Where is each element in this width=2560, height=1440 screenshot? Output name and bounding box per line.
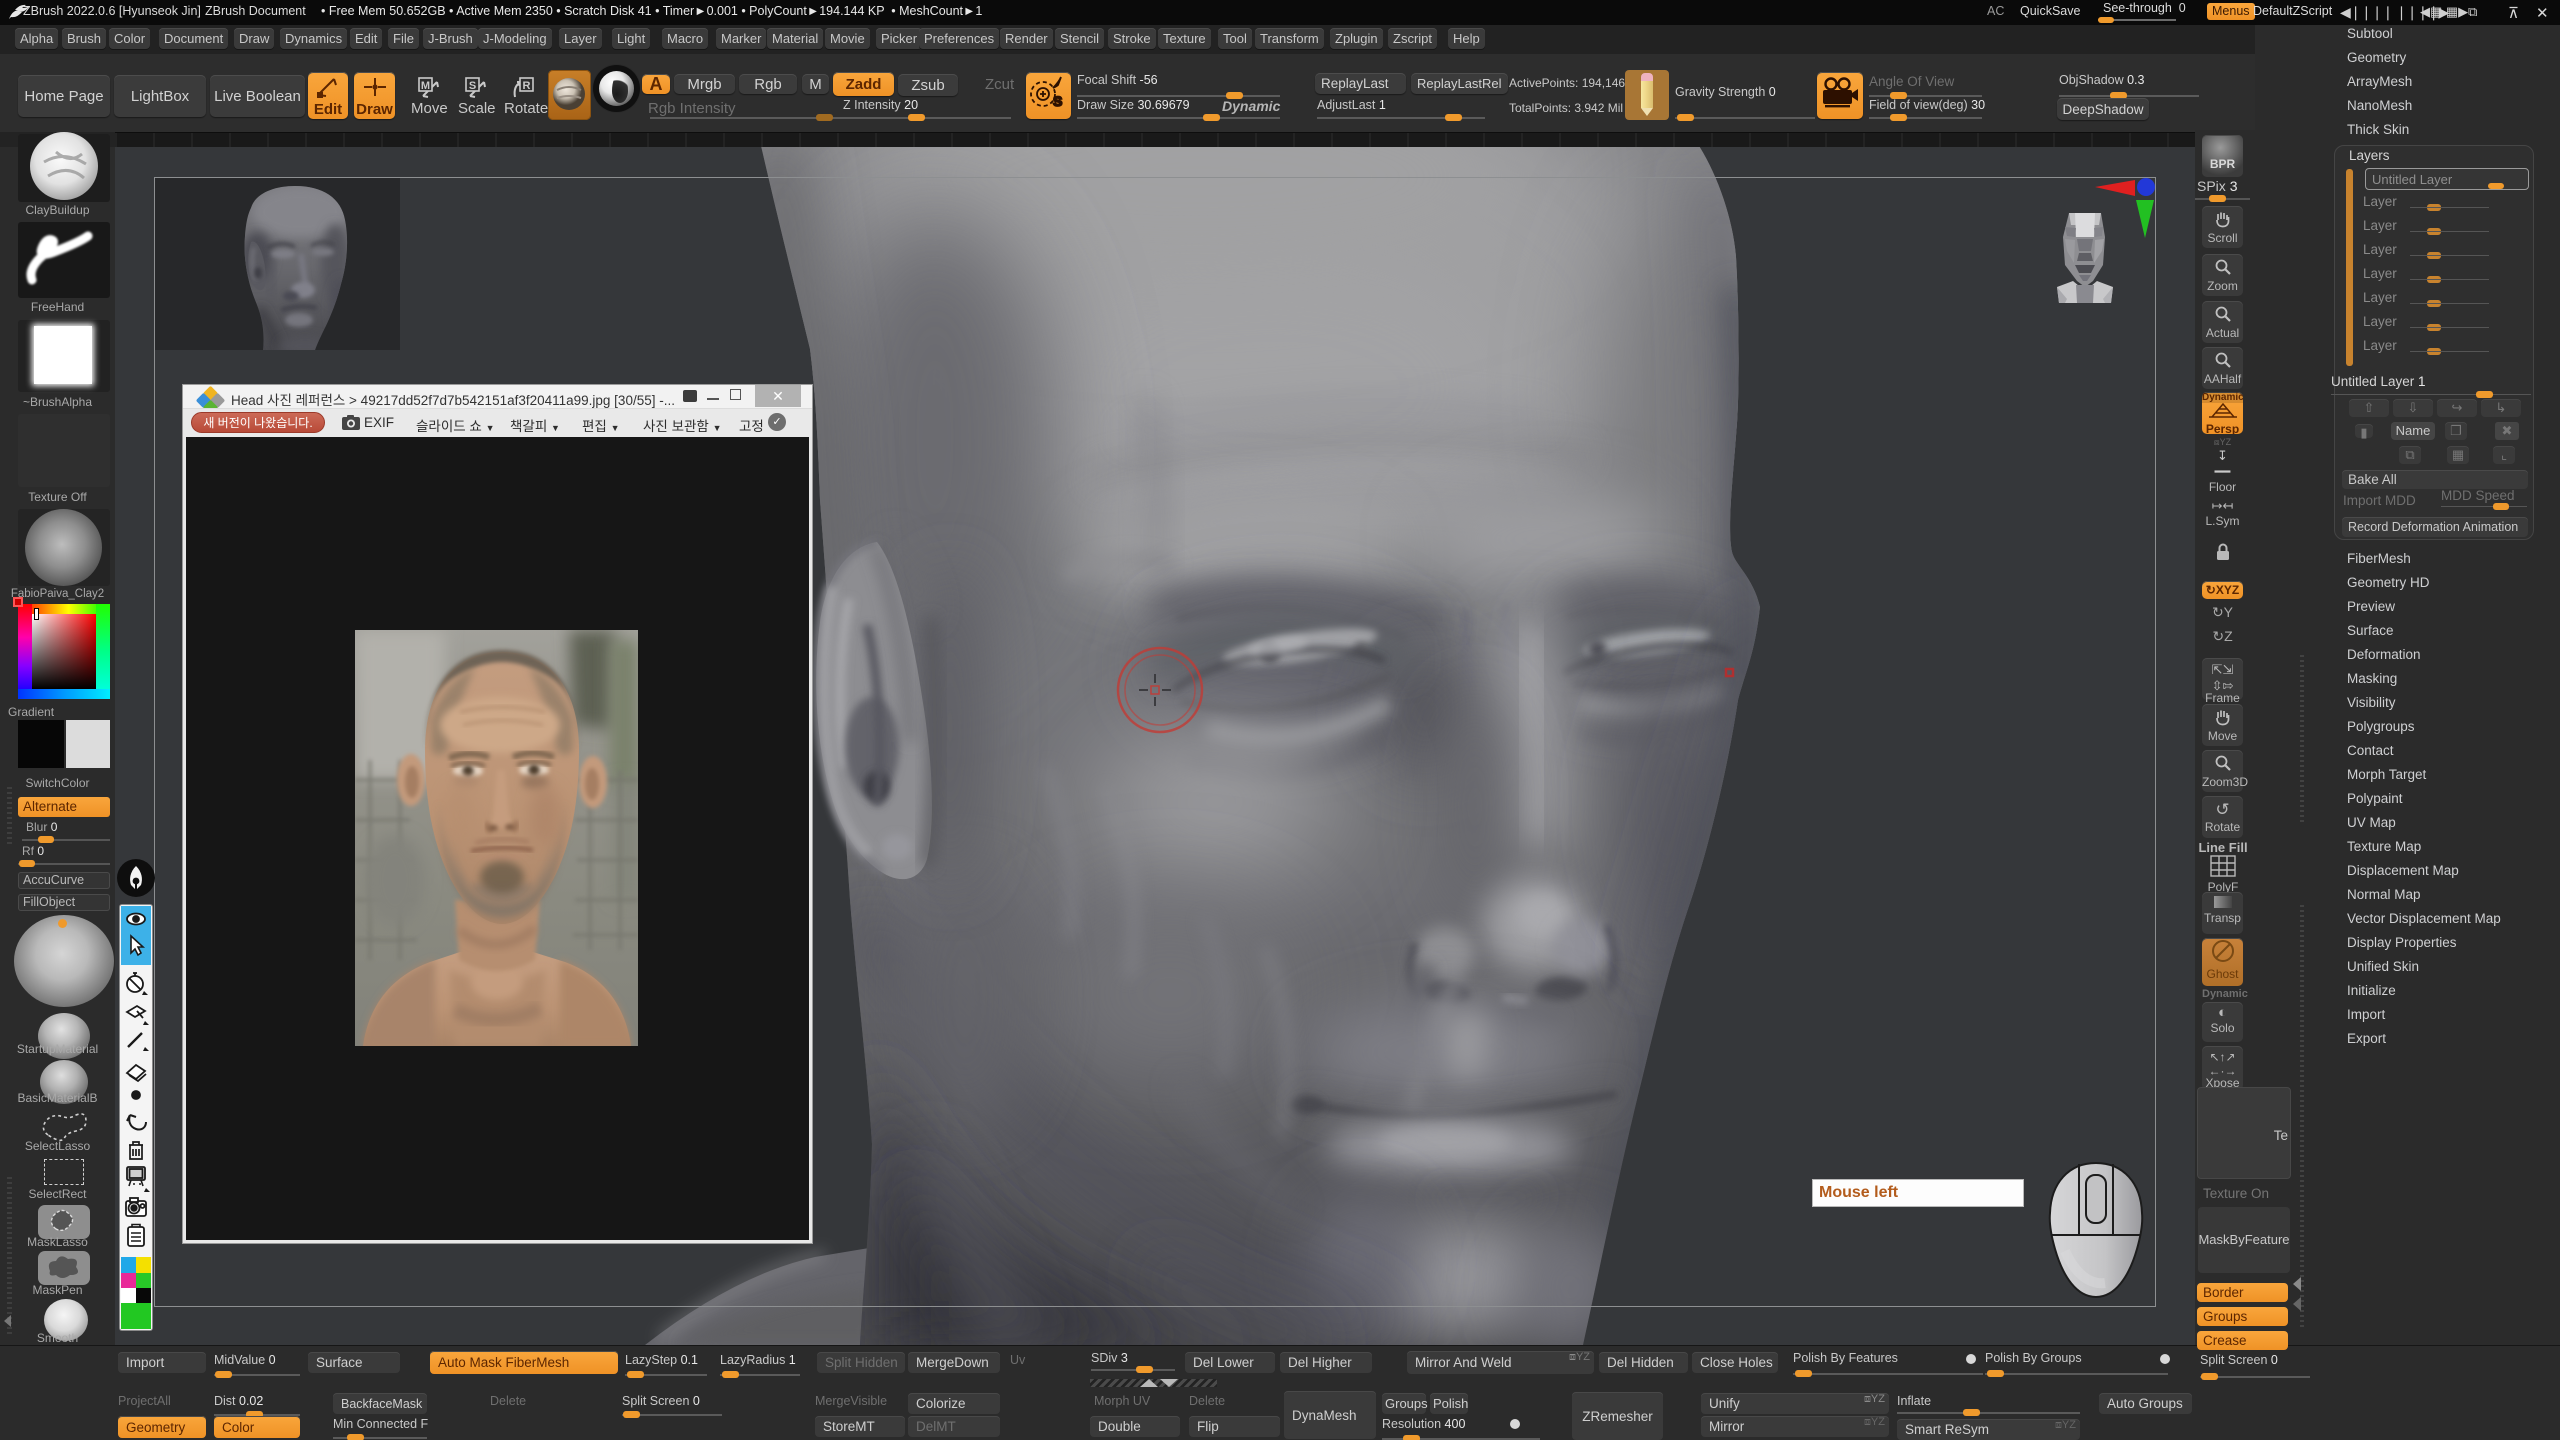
svg-text:S: S xyxy=(469,80,476,92)
svg-text:S: S xyxy=(1053,93,1062,109)
svg-text:R: R xyxy=(523,80,531,92)
svg-text:M: M xyxy=(421,80,430,92)
